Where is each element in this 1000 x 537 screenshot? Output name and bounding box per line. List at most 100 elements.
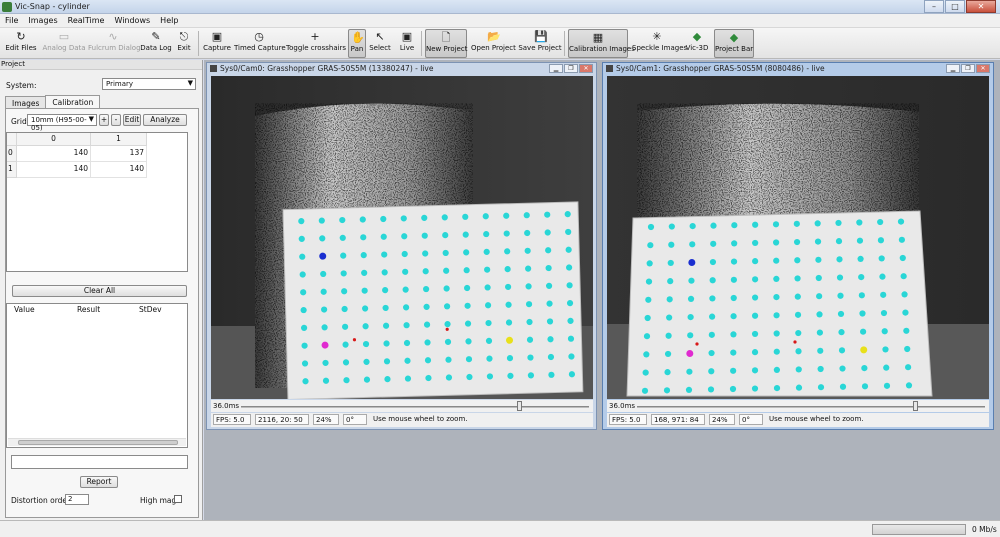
timed-capture-button[interactable]: ◷ Timed Capture [234,29,286,58]
system-select[interactable]: Primary ▼ [102,78,196,90]
transfer-progress-bar [872,524,966,535]
grid-dot [816,311,823,318]
distortion-order-stepper[interactable]: 2 [65,494,89,505]
menu-windows[interactable]: Windows [109,14,155,27]
high-mag-checkbox[interactable] [174,495,182,503]
speckle-images-button[interactable]: ✳ Speckle Images [632,29,687,58]
select-label: Select [369,44,391,52]
minimize-button[interactable]: ▁ [549,64,563,73]
open-project-button[interactable]: 📂 Open Project [471,29,516,58]
project-bar-icon: ◆ [729,31,739,44]
close-button[interactable]: ✕ [579,64,593,73]
edit-files-button[interactable]: ↻ Edit Files [4,29,38,58]
camera-1-image[interactable] [607,76,989,399]
grid-dot [667,278,674,285]
report-button[interactable]: Report [80,476,118,488]
report-text-field[interactable] [11,455,188,469]
remove-grid-button[interactable]: - [111,114,121,126]
camera-icon [606,65,613,72]
slider-handle[interactable] [517,401,522,411]
grid-dot [664,369,671,376]
red-marker-dot [793,340,797,344]
grid-dot [880,309,888,317]
grid-dot [685,386,693,393]
scrollbar-thumb[interactable] [18,440,178,445]
grid-dot [710,240,717,247]
menu-help[interactable]: Help [155,14,183,27]
menu-images[interactable]: Images [23,14,62,27]
grid-dot [647,242,654,249]
toolbar-separator [198,31,199,56]
grid-dot [880,291,887,298]
project-bar-button[interactable]: ◆ Project Bar [714,29,754,58]
save-project-button[interactable]: 💾 Save Project [518,29,562,58]
exposure-slider-1[interactable]: 36.0ms [607,400,989,412]
close-button[interactable]: ✕ [966,0,996,13]
window-title: Vic-Snap - cylinder [15,2,90,11]
clear-all-button[interactable]: Clear All [12,285,187,297]
grid-dot [647,223,655,231]
toggle-crosshairs-button[interactable]: + Toggle crosshairs [286,29,346,58]
grid-dot [901,291,908,298]
grid-dot [904,345,911,353]
live-button[interactable]: ▣ Live [396,29,418,58]
analog-data-button[interactable]: ▭ Analog Data [42,29,86,58]
grid-dot [815,256,822,263]
maximize-button[interactable]: □ [945,0,965,13]
menu-file[interactable]: File [0,14,23,27]
grid-dot [752,239,759,247]
table-cell[interactable]: 140 [17,162,91,178]
camera-window-1[interactable]: Sys0/Cam1: Grasshopper GRAS-50S5M (80804… [602,62,994,430]
analyze-button[interactable]: Analyze [143,114,187,126]
slider-handle[interactable] [913,401,918,411]
slider-track[interactable] [241,406,589,408]
data-log-button[interactable]: ✎ Data Log [140,29,172,58]
table-cell[interactable]: 137 [91,146,147,162]
angle-field: 0° [343,414,367,425]
vic-3d-button[interactable]: ◆ Vic-3D [684,29,710,58]
results-header-result: Result [77,305,101,314]
grid-dot [856,237,864,244]
calibration-images-button[interactable]: ▦ Calibration Images [568,29,635,58]
minimize-button[interactable]: – [924,0,944,13]
table-cell[interactable]: 140 [17,146,91,162]
chevron-down-icon: ▼ [187,79,193,87]
capture-button[interactable]: ▣ Capture [202,29,232,58]
exit-button[interactable]: ⎋ Exit [174,29,194,58]
grid-dot [710,222,717,229]
fulcrum-dialog-button[interactable]: ∿ Fulcrum Dialog [88,29,141,58]
row-header: 0 [7,146,17,162]
edit-grid-button[interactable]: Edit [123,114,141,126]
add-grid-button[interactable]: + [99,114,109,126]
slider-track[interactable] [637,406,985,408]
camera-window-0[interactable]: Sys0/Cam0: Grasshopper GRAS-50S5M (13380… [206,62,597,430]
grid-dot [667,259,674,267]
close-button[interactable]: ✕ [976,64,990,73]
menu-realtime[interactable]: RealTime [63,14,110,27]
angle-field: 0° [739,414,763,425]
grid-select[interactable]: 10mm (H95-00-05) ▼ [27,114,97,132]
capture-label: Capture [203,44,231,52]
table-cell[interactable]: 140 [91,162,147,178]
title-bar: Vic-Snap - cylinder – □ ✕ [0,0,1000,14]
grid-dot [815,274,822,282]
live-camera-icon: ▣ [401,30,413,43]
minimize-button[interactable]: ▁ [946,64,960,73]
grid-dot [900,273,907,280]
blue-marker-dot [688,259,696,266]
pan-button[interactable]: ✋ Pan [348,29,366,58]
horizontal-scrollbar[interactable] [8,438,186,446]
restore-button[interactable]: ❐ [961,64,975,73]
camera-0-image[interactable] [211,76,593,399]
speckle-icon: ✳ [652,30,662,43]
grid-dot [752,276,759,283]
grid-dot [816,329,823,336]
exposure-slider-0[interactable]: 36.0ms [211,400,593,412]
new-project-button[interactable]: 🗋 New Project [425,29,467,58]
save-project-label: Save Project [518,44,562,52]
grid-dot [729,385,737,393]
select-button[interactable]: ↖ Select [368,29,392,58]
grid-dot [835,219,842,227]
results-list[interactable]: Value Result StDev [6,303,188,448]
restore-button[interactable]: ❐ [564,64,578,73]
